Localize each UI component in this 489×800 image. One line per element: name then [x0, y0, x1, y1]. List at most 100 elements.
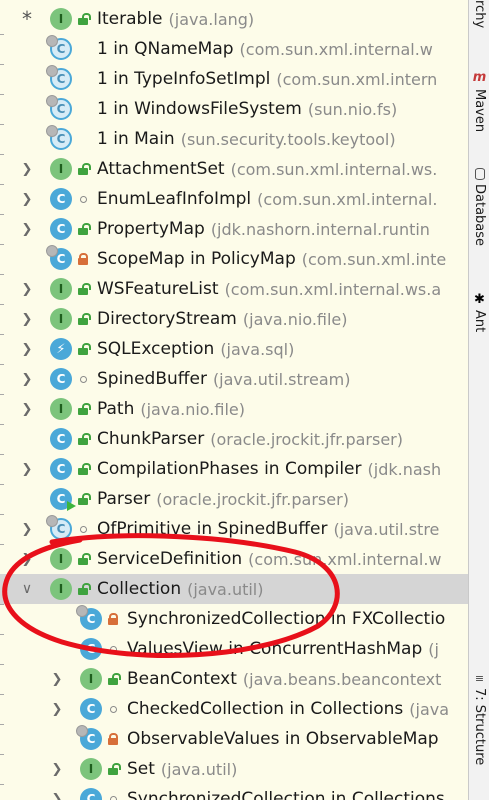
runnable-class-icon: C — [50, 488, 76, 511]
chevron-right-icon[interactable]: ❯ — [18, 394, 36, 424]
class-icon: C — [80, 698, 102, 720]
node-name: 1 in Main — [97, 129, 175, 149]
tree-node[interactable]: C ValuesView in ConcurrentHashMap (j — [0, 634, 468, 664]
chevron-right-icon[interactable]: ❯ — [18, 454, 36, 484]
chevron-right-icon[interactable]: ❯ — [48, 664, 66, 694]
chevron-right-icon[interactable]: ❯ — [48, 694, 66, 724]
package-private-icon — [108, 643, 119, 655]
tree-node[interactable]: ❯ I DirectoryStream (java.nio.file) — [0, 304, 468, 334]
tool-window-maven[interactable]: m Maven — [469, 70, 489, 132]
tree-node[interactable]: ❯ I Path (java.nio.file) — [0, 394, 468, 424]
chevron-right-icon[interactable]: ❯ — [48, 754, 66, 784]
tree-node[interactable]: ❯ I AttachmentSet (com.sun.xml.internal.ws. — [0, 154, 468, 184]
node-name: 1 in WindowsFileSystem — [97, 99, 302, 119]
tree-node[interactable]: ❯ I ServiceDefinition (com.sun.xml.internal… — [0, 544, 468, 574]
chevron-right-icon[interactable]: ❯ — [18, 544, 36, 574]
node-name: ObservableValues in ObservableMap — [127, 729, 439, 749]
tree-node[interactable]: C 1 in TypeInfoSetImpl (com.sun.xml.intern — [0, 64, 468, 94]
node-name: ScopeMap in PolicyMap — [97, 249, 296, 269]
static-badge-icon — [76, 605, 88, 617]
chevron-right-icon[interactable]: ❯ — [18, 184, 36, 214]
tool-window-label: Ant — [472, 310, 487, 333]
tree-node[interactable]: C 1 in QNameMap (com.sun.xml.internal.w — [0, 34, 468, 64]
node-name: DirectoryStream — [97, 309, 237, 329]
chevron-right-icon[interactable]: ❯ — [18, 274, 36, 304]
tool-window-label: 7: Structure — [472, 688, 487, 766]
tool-window-database[interactable]: Database — [469, 168, 489, 246]
tree-node[interactable]: * I Iterable (java.lang) — [0, 4, 468, 34]
class-icon: C — [46, 245, 72, 270]
chevron-right-icon[interactable]: ❯ — [48, 784, 66, 800]
tree-node[interactable]: ❯ I WSFeatureList (com.sun.xml.internal.ws.… — [0, 274, 468, 304]
public-lock-icon — [78, 583, 91, 595]
tree-node[interactable]: ∨ I Collection (java.util) — [0, 574, 468, 604]
tree-node[interactable]: ❯ C SynchronizedCollection in Collections — [0, 784, 468, 800]
node-name: Collection — [97, 579, 182, 599]
tree-node[interactable]: ❯ I BeanContext (java.beans.beancontext — [0, 664, 468, 694]
tree-node[interactable]: C 1 in WindowsFileSystem (sun.nio.fs) — [0, 94, 468, 124]
chevron-right-icon[interactable]: ❯ — [18, 214, 36, 244]
structure-icon: ≡ — [474, 672, 485, 685]
node-package: (oracle.jrockit.jfr.parser) — [210, 429, 403, 449]
run-marker-icon — [67, 501, 76, 511]
node-name: ServiceDefinition — [97, 549, 243, 569]
tree-node[interactable]: C ObservableValues in ObservableMap — [0, 724, 468, 754]
tree-node[interactable]: ❯ C PropertyMap (jdk.nashorn.internal.runti… — [0, 214, 468, 244]
interface-icon: I — [50, 578, 72, 600]
tree-node[interactable]: C Parser (oracle.jrockit.jfr.parser) — [0, 484, 468, 514]
node-package: (java.util) — [160, 759, 238, 779]
tree-node[interactable]: ❯ I Set (java.util) — [0, 754, 468, 784]
node-package: (oracle.jrockit.jfr.parser) — [156, 489, 349, 509]
tree-node[interactable]: C ScopeMap in PolicyMap (com.sun.xml.inte — [0, 244, 468, 274]
node-package: (jdk.nashorn.internal.runtin — [210, 219, 430, 239]
modifier-spacer — [78, 133, 89, 145]
interface-icon: I — [80, 668, 102, 690]
private-lock-icon — [78, 253, 89, 265]
node-name: SQLException — [97, 339, 215, 359]
node-name: SpinedBuffer — [97, 369, 207, 389]
tree-node[interactable]: ❯ C EnumLeafInfoImpl (com.sun.xml.internal. — [0, 184, 468, 214]
tree-node[interactable]: ❯ C CompilationPhases in Compiler (jdk.nash — [0, 454, 468, 484]
static-badge-icon — [46, 245, 58, 257]
node-package: (jdk.nash — [367, 459, 442, 479]
public-lock-icon — [78, 283, 91, 295]
class-icon: C — [50, 458, 72, 480]
node-name: 1 in QNameMap — [97, 39, 234, 59]
package-private-icon — [108, 703, 119, 715]
public-lock-icon — [78, 493, 91, 505]
node-name: SynchronizedCollection in FXCollectio — [127, 609, 446, 629]
tool-window-ant[interactable]: ✱ Ant — [469, 292, 489, 332]
tree-node[interactable]: C ChunkParser (oracle.jrockit.jfr.parser) — [0, 424, 468, 454]
package-private-icon — [108, 793, 119, 800]
node-package: (com.sun.xml.inte — [301, 249, 447, 269]
type-hierarchy-tree[interactable]: * I Iterable (java.lang) C 1 in QNameMap (com.… — [0, 0, 468, 800]
chevron-right-icon[interactable]: ❯ — [18, 334, 36, 364]
chevron-down-icon[interactable]: ∨ — [18, 574, 36, 604]
tree-node[interactable]: ❯ C CheckedCollection in Collections (java — [0, 694, 468, 724]
tool-window-label: Maven — [472, 89, 487, 133]
tree-node[interactable]: ❯ C OfPrimitive in SpinedBuffer (java.util.… — [0, 514, 468, 544]
tree-node[interactable]: ❯ ⚡ SQLException (java.sql) — [0, 334, 468, 364]
tool-window-hierarchy[interactable]: rchy — [469, 0, 489, 28]
node-name: SynchronizedCollection in Collections — [127, 789, 445, 800]
class-icon: C — [80, 788, 102, 800]
interface-icon: I — [50, 548, 72, 570]
tool-window-structure[interactable]: ≡ 7: Structure — [469, 672, 489, 765]
public-lock-icon — [78, 403, 91, 415]
public-lock-icon — [108, 763, 121, 775]
chevron-right-icon[interactable]: ❯ — [18, 304, 36, 334]
class-icon: C — [50, 218, 72, 240]
public-lock-icon — [108, 673, 121, 685]
tree-node[interactable]: ❯ C SpinedBuffer (java.util.stream) — [0, 364, 468, 394]
modifier-spacer — [78, 43, 89, 55]
chevron-right-icon[interactable]: ❯ — [18, 514, 36, 544]
static-badge-icon — [46, 65, 58, 77]
tree-node[interactable]: C 1 in Main (sun.security.tools.keytool) — [0, 124, 468, 154]
node-name: CompilationPhases in Compiler — [97, 459, 362, 479]
tree-node[interactable]: C SynchronizedCollection in FXCollectio — [0, 604, 468, 634]
node-package: (java — [409, 699, 450, 719]
chevron-right-icon[interactable]: ❯ — [18, 364, 36, 394]
chevron-right-icon[interactable]: ❯ — [18, 154, 36, 184]
